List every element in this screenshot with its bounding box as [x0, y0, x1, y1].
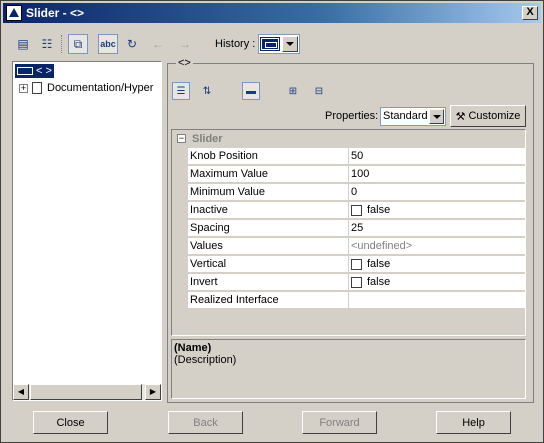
property-value-text: 50	[351, 150, 364, 162]
property-name: Realized Interface	[188, 292, 349, 308]
description-name: (Name)	[174, 342, 212, 354]
slider-icon	[17, 67, 33, 75]
table-row[interactable]: Invert false	[188, 274, 525, 291]
tree-root-node[interactable]: < >	[15, 64, 54, 78]
property-value[interactable]: 0	[349, 184, 525, 200]
property-name: Minimum Value	[188, 184, 349, 200]
property-name: Inactive	[188, 202, 349, 218]
tree-child-node[interactable]: + Documentation/Hyper	[19, 82, 153, 94]
table-row[interactable]: Inactive false	[188, 202, 525, 219]
table-row[interactable]: Values <undefined>	[188, 238, 525, 255]
property-value[interactable]: false	[349, 256, 525, 272]
app-icon	[6, 5, 22, 21]
spelling-icon[interactable]: abc	[98, 34, 118, 54]
tree-child-label: Documentation/Hyper	[47, 82, 154, 94]
property-value[interactable]: false	[349, 274, 525, 290]
property-value[interactable]: 25	[349, 220, 525, 236]
collapse-all-icon[interactable]: ⊟	[310, 82, 328, 100]
property-value[interactable]	[349, 292, 525, 308]
table-row[interactable]: Spacing 25	[188, 220, 525, 237]
property-value[interactable]: 100	[349, 166, 525, 182]
scroll-right-icon[interactable]: ▶	[145, 384, 161, 400]
history-combo[interactable]	[258, 34, 300, 54]
customize-label: Customize	[468, 110, 521, 122]
property-value-text: false	[367, 258, 391, 270]
history-item-icon	[260, 37, 280, 51]
window-title: Slider - <>	[26, 6, 85, 20]
property-name: Knob Position	[188, 148, 349, 164]
scroll-thumb[interactable]	[30, 384, 142, 400]
toolbar-separator	[61, 35, 62, 53]
property-value[interactable]: false	[349, 202, 525, 218]
group-name: Slider	[192, 132, 223, 145]
table-row[interactable]: Maximum Value 100	[188, 166, 525, 183]
close-window-button[interactable]: X	[522, 6, 538, 20]
back-arrow-icon[interactable]: ←	[148, 34, 168, 54]
close-button[interactable]: Close	[33, 411, 108, 434]
property-name: Vertical	[188, 256, 349, 272]
properties-select-value: Standard	[383, 110, 428, 122]
expand-icon[interactable]: +	[19, 83, 28, 93]
property-value-text: <undefined>	[351, 240, 413, 252]
categorized-icon[interactable]: ☰	[172, 82, 190, 100]
panel-title: <>	[176, 57, 193, 69]
forward-button[interactable]: Forward	[302, 411, 377, 434]
title-bar: Slider - <> X	[3, 3, 541, 23]
horizontal-scrollbar[interactable]: ◀ ▶	[13, 384, 161, 400]
forward-arrow-icon[interactable]: →	[175, 34, 195, 54]
model-tree: < > + Documentation/Hyper ◀ ▶	[12, 61, 162, 401]
toolbar: ▤ ☷ ⧉ abc ↻ ← → History :	[3, 25, 541, 57]
description-text: (Description)	[174, 354, 237, 366]
property-name: Spacing	[188, 220, 349, 236]
checkbox[interactable]	[351, 258, 362, 270]
group-header[interactable]: − Slider	[172, 130, 525, 147]
scroll-left-icon[interactable]: ◀	[13, 384, 29, 400]
expand-all-icon[interactable]: ⊞	[284, 82, 302, 100]
property-value-text: false	[367, 276, 391, 288]
properties-panel: <> ☰ ⇅ ▬ ⊞ ⊟ Properties: Standard ⚒ Cust…	[167, 57, 534, 403]
back-button[interactable]: Back	[168, 411, 243, 434]
property-value[interactable]: <undefined>	[349, 238, 525, 254]
properties-icon[interactable]: ▤	[13, 34, 33, 54]
properties-label: Properties:	[325, 110, 379, 122]
table-row[interactable]: Vertical false	[188, 256, 525, 273]
checkbox[interactable]	[351, 276, 362, 288]
dialog-window: Slider - <> X ▤ ☷ ⧉ abc ↻ ← → History : …	[0, 0, 544, 443]
description-area: (Name) (Description)	[171, 339, 526, 399]
property-value[interactable]: 50	[349, 148, 525, 164]
copy-icon[interactable]: ⧉	[68, 34, 88, 54]
refresh-icon[interactable]: ↻	[122, 34, 142, 54]
document-icon	[32, 82, 42, 94]
customize-button[interactable]: ⚒ Customize	[450, 105, 526, 127]
history-label: History :	[215, 38, 256, 50]
table-row[interactable]: Realized Interface	[188, 292, 525, 309]
property-grid: − Slider Knob Position 50 Maximum Value 100…	[171, 129, 526, 336]
help-button[interactable]: Help	[436, 411, 511, 434]
tree-icon[interactable]: ☷	[37, 34, 57, 54]
chevron-down-icon[interactable]	[429, 109, 444, 124]
property-name: Invert	[188, 274, 349, 290]
property-value-text: 25	[351, 222, 364, 234]
property-name: Maximum Value	[188, 166, 349, 182]
property-value-text: 0	[351, 186, 358, 198]
property-name: Values	[188, 238, 349, 254]
table-row[interactable]: Knob Position 50	[188, 148, 525, 165]
property-value-text: 100	[351, 168, 370, 180]
property-value-text: false	[367, 204, 391, 216]
checkbox[interactable]	[351, 204, 362, 216]
chevron-down-icon[interactable]	[282, 36, 298, 52]
sort-alphabetical-icon[interactable]: ⇅	[198, 82, 216, 100]
properties-select[interactable]: Standard	[380, 107, 446, 126]
table-row[interactable]: Minimum Value 0	[188, 184, 525, 201]
tree-root-label: < >	[36, 65, 52, 77]
tools-icon: ⚒	[455, 110, 466, 123]
collapse-icon[interactable]: −	[177, 134, 186, 143]
description-toggle-icon[interactable]: ▬	[242, 82, 260, 100]
